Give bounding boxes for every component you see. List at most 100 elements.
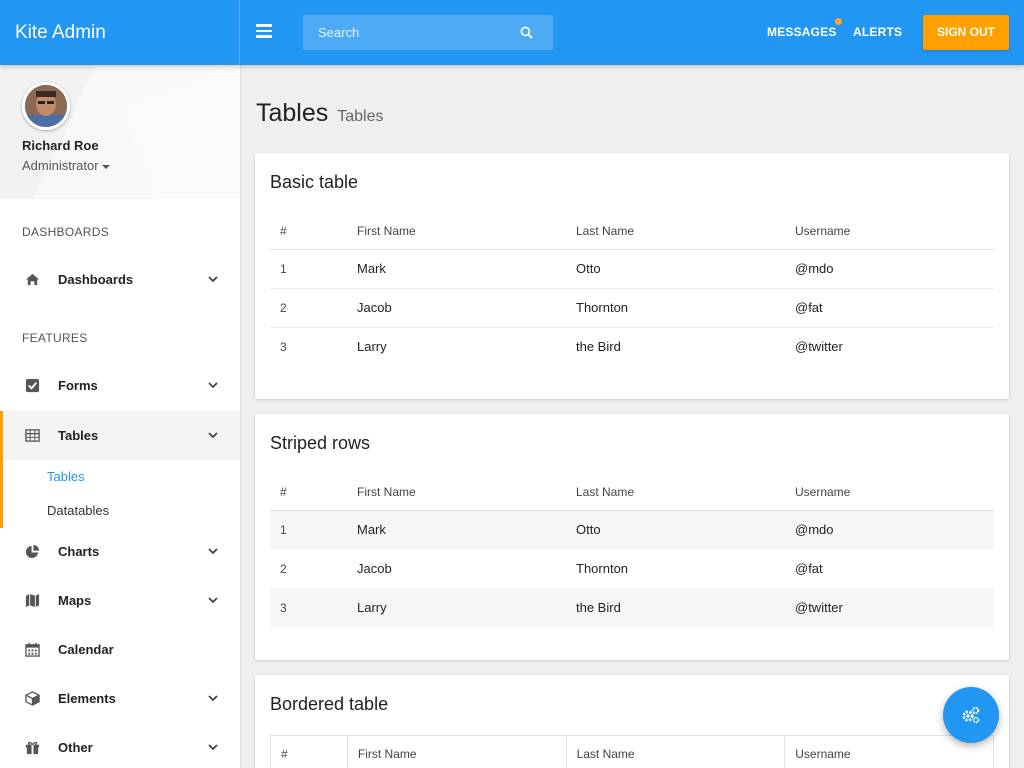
calendar-icon [25, 642, 40, 657]
profile-role-label: Administrator [22, 158, 99, 173]
table-cell: the Bird [566, 588, 785, 627]
chevron-down-icon [208, 597, 218, 604]
cube-icon [25, 691, 40, 706]
page-title: Tables Tables [256, 99, 383, 128]
nav-messages-link[interactable]: MESSAGES [767, 0, 842, 65]
settings-fab-button[interactable] [943, 687, 999, 743]
profile-role-dropdown[interactable]: Administrator [22, 158, 110, 173]
sidebar-subitem-datatables[interactable]: Datatables [47, 503, 109, 518]
sidebar-item-other[interactable]: Other [0, 723, 240, 768]
sidebar-item-label: Forms [58, 378, 98, 393]
page-subtitle: Tables [337, 108, 384, 125]
sidebar-item-dashboards[interactable]: Dashboards [0, 255, 240, 304]
table-cell: Jacob [347, 288, 566, 328]
sidebar-item-label: Tables [58, 428, 99, 443]
sidebar: Richard Roe Administrator DASHBOARDS Das… [0, 65, 240, 768]
card-title: Basic table [270, 172, 359, 192]
table-row: 1 Mark Otto @mdo [270, 510, 994, 549]
profile-name: Richard Roe [22, 138, 99, 153]
sidebar-item-tables[interactable]: Tables [0, 411, 240, 460]
table-cell: 1 [270, 510, 347, 549]
checkbox-icon [25, 378, 40, 393]
table-icon [25, 429, 40, 442]
profile-panel: Richard Roe Administrator [0, 65, 240, 199]
table-cell: @twitter [785, 588, 994, 627]
map-icon [25, 593, 40, 608]
table-cell: Larry [357, 339, 387, 355]
column-header: First Name [346, 735, 567, 768]
table-row: 1 Mark Otto @mdo [270, 249, 994, 289]
gears-icon [962, 706, 980, 724]
table-cell: @fat [785, 288, 994, 328]
bordered-table-card: Bordered table # First Name Last Name Us… [255, 675, 1009, 768]
search-icon[interactable] [520, 26, 533, 39]
table-cell: Mark [347, 510, 566, 549]
table-cell: @mdo [785, 510, 994, 549]
table-row: 2 Jacob Thornton @fat [270, 549, 994, 588]
table-cell: 2 [270, 288, 347, 328]
app-brand[interactable]: Kite Admin [0, 0, 240, 65]
table-cell: Thornton [576, 561, 629, 576]
table-cell: 2 [280, 561, 287, 576]
basic-table-card: Basic table # First Name Last Name Usern… [255, 153, 1009, 399]
column-header: First Name [347, 474, 566, 511]
basic-table: # First Name Last Name Username 1 Mark O… [270, 213, 994, 366]
table-row: 2 Jacob Thornton @fat [270, 288, 994, 328]
pie-chart-icon [25, 544, 40, 559]
sign-out-button[interactable]: SIGN OUT [923, 15, 1009, 50]
sidebar-item-label: Elements [58, 691, 116, 706]
chevron-down-icon [208, 548, 218, 555]
nav-messages-label: MESSAGES [767, 25, 837, 39]
column-header: # [270, 735, 348, 768]
nav-alerts-link[interactable]: ALERTS [853, 0, 902, 65]
table-cell: @mdo [785, 249, 994, 289]
card-title: Bordered table [270, 694, 389, 714]
column-header: # [270, 213, 347, 250]
page-title-text: Tables [256, 99, 329, 127]
avatar[interactable] [22, 82, 70, 130]
search-input[interactable] [303, 15, 553, 50]
table-row: 3 Larry the Bird @twitter [270, 327, 994, 366]
caret-down-icon [101, 164, 110, 169]
sidebar-item-label: Dashboards [58, 272, 134, 287]
table-cell: Thornton [566, 288, 785, 328]
sidebar-item-maps[interactable]: Maps [0, 576, 240, 625]
table-cell: 3 [280, 339, 287, 354]
home-icon [25, 273, 40, 286]
sidebar-item-calendar[interactable]: Calendar [0, 625, 240, 674]
chevron-down-icon [208, 744, 218, 751]
sidebar-item-elements[interactable]: Elements [0, 674, 240, 723]
table-cell: Larry [347, 588, 566, 627]
table-header-row: # First Name Last Name Username [270, 474, 994, 511]
sidebar-item-forms[interactable]: Forms [0, 361, 240, 410]
card-title: Striped rows [270, 433, 371, 453]
table-cell: 3 [270, 588, 347, 627]
sidebar-subitem-tables[interactable]: Tables [47, 469, 85, 484]
column-header: First Name [347, 213, 566, 250]
table-cell: the Bird [576, 339, 621, 355]
table-cell: Jacob [357, 561, 392, 576]
table-cell: @twitter [795, 339, 843, 355]
notification-dot [834, 18, 842, 25]
table-cell: Mark [347, 249, 566, 289]
gift-icon [25, 741, 40, 755]
sidebar-item-charts[interactable]: Charts [0, 527, 240, 576]
column-header: Last Name [565, 735, 786, 768]
chevron-down-icon [208, 382, 218, 389]
chevron-down-icon [208, 695, 218, 702]
sidebar-item-label: Other [58, 740, 93, 755]
chevron-down-icon [208, 432, 218, 439]
column-header: Username [785, 474, 994, 511]
chevron-down-icon [208, 276, 218, 283]
bordered-table: # First Name Last Name Username [270, 735, 994, 768]
menu-toggle-icon[interactable] [256, 24, 272, 38]
column-header: # [270, 474, 347, 511]
table-cell: 1 [270, 249, 347, 289]
column-header: Username [785, 213, 994, 250]
sidebar-item-label: Maps [58, 593, 92, 608]
section-label-features: FEATURES [22, 331, 88, 345]
sidebar-item-label: Calendar [58, 642, 114, 657]
section-label-dashboards: DASHBOARDS [22, 225, 110, 239]
column-header: Last Name [566, 474, 785, 511]
top-navbar: Kite Admin MESSAGES ALERTS SIGN OUT [0, 0, 1024, 65]
